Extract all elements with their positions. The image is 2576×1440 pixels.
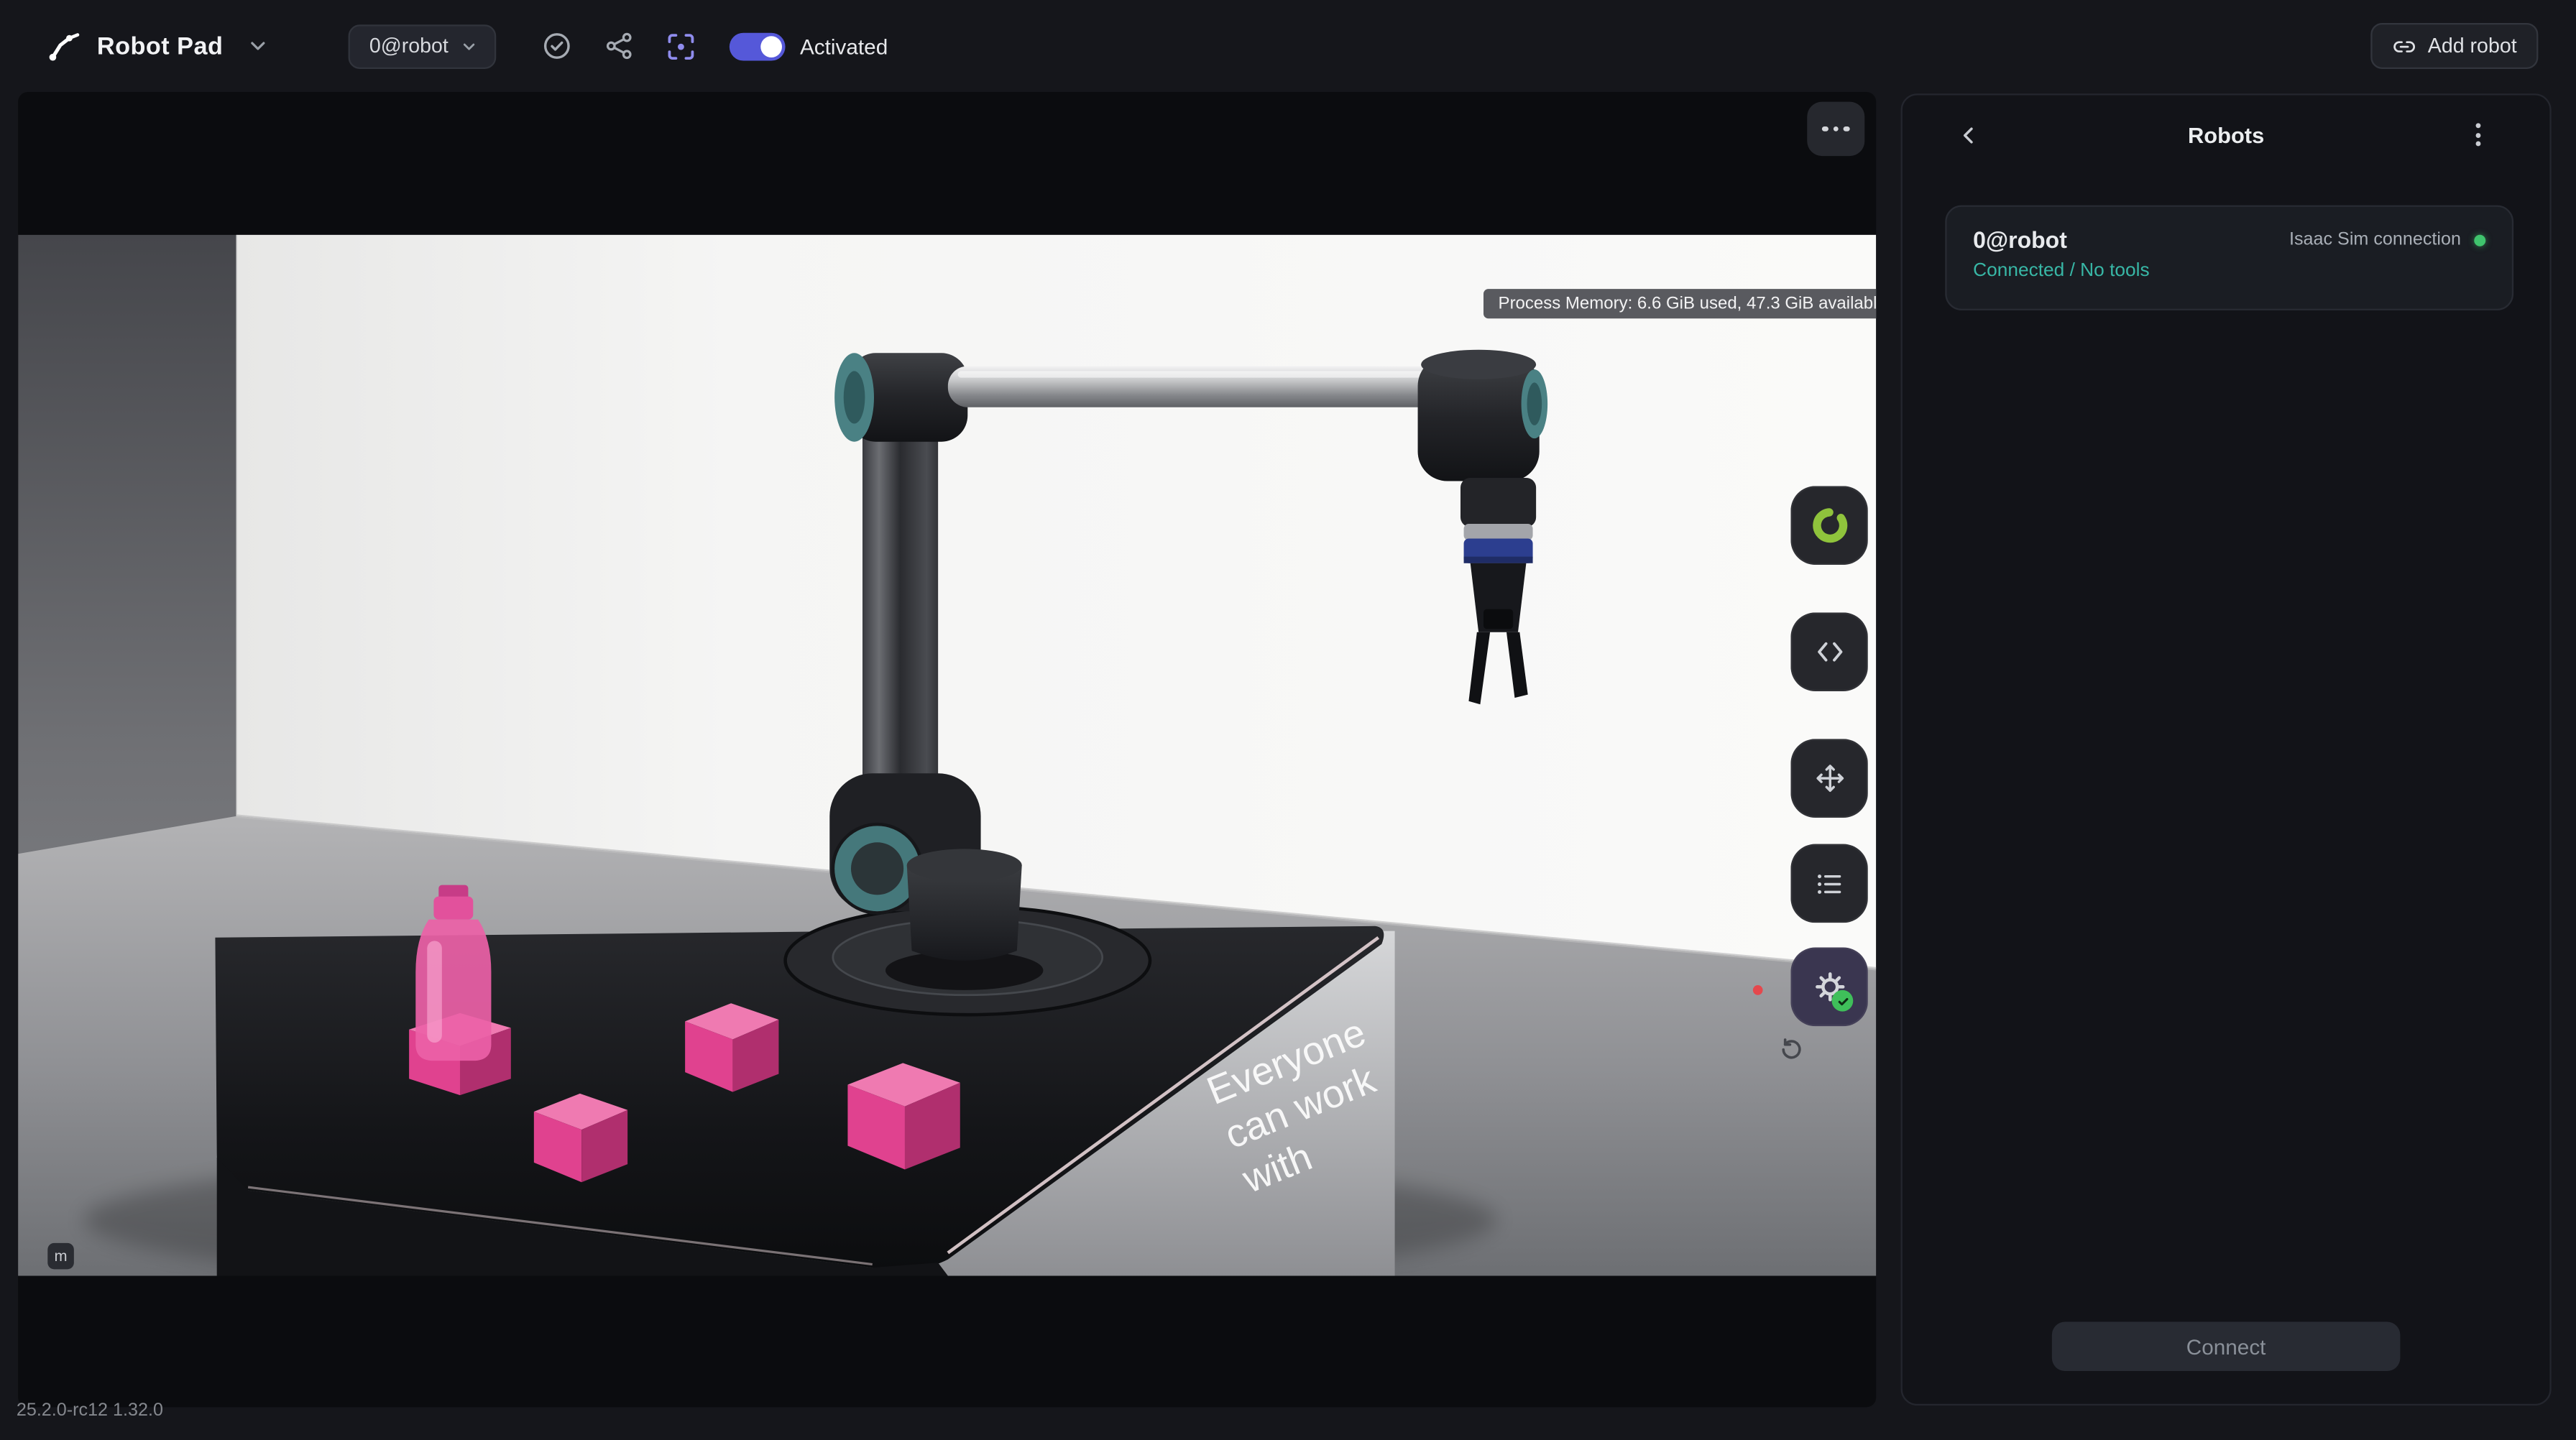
activation-label: Activated [800, 34, 888, 58]
settings-ok-badge [1832, 990, 1854, 1012]
online-status-dot [2474, 234, 2485, 246]
list-icon [1813, 868, 1844, 899]
robot-card-connection: Isaac Sim connection [2289, 230, 2461, 249]
process-memory-tooltip: Process Memory: 6.6 GiB used, 47.3 GiB a… [1484, 289, 1876, 318]
app-window: Robot Pad 0@robot [0, 0, 2576, 1440]
check-circle-icon [540, 29, 574, 63]
robots-panel: Robots 0@robot Isaac Sim connection Conn… [1901, 93, 2552, 1406]
dot [2475, 142, 2480, 147]
top-bar: Robot Pad 0@robot [0, 0, 2576, 92]
simulation-viewport[interactable]: Process Memory: 6.6 GiB used, 47.3 GiB a… [18, 92, 1876, 1407]
app-title: Robot Pad [97, 32, 224, 60]
robot-selector-dropdown[interactable]: 0@robot [348, 24, 496, 68]
work-table: Everyone can work with [84, 906, 1497, 1275]
robot-pad-logo-icon [46, 28, 82, 64]
add-robot-label: Add robot [2428, 34, 2517, 57]
robots-panel-header: Robots [1903, 96, 2550, 175]
move-tool-button[interactable] [1790, 739, 1867, 818]
code-panel-button[interactable] [1790, 612, 1867, 691]
robot-card[interactable]: 0@robot Isaac Sim connection Connected /… [1945, 206, 2513, 310]
robot-selector-value: 0@robot [369, 34, 448, 57]
viewport-more-button[interactable] [1807, 102, 1864, 156]
panel-back-button[interactable] [1951, 119, 1984, 152]
dot [1822, 126, 1828, 131]
3d-scene[interactable]: Everyone can work with [18, 235, 1876, 1276]
recording-dot [1753, 985, 1763, 995]
robot-card-name: 0@robot [1973, 226, 2067, 253]
upper-arm-column [862, 379, 938, 842]
check-status-button[interactable] [539, 28, 575, 64]
chevron-down-icon [460, 37, 478, 55]
code-icon [1813, 635, 1846, 668]
scan-mode-button[interactable] [663, 28, 699, 64]
activation-toggle-group: Activated [730, 32, 888, 60]
app-menu-chevron[interactable] [239, 28, 275, 64]
dot [1844, 126, 1849, 131]
panel-title: Robots [2188, 122, 2264, 147]
add-robot-button[interactable]: Add robot [2370, 23, 2539, 69]
viewport-corner-badge: m [47, 1243, 74, 1270]
connect-button[interactable]: Connect [2052, 1322, 2401, 1372]
activation-toggle[interactable] [730, 32, 786, 60]
version-text: 25.2.0-rc12 1.32.0 [17, 1400, 163, 1420]
toggle-knob [760, 35, 782, 57]
panel-menu-button[interactable] [2461, 119, 2494, 152]
robot-card-status: Connected / No tools [1973, 261, 2485, 280]
list-panel-button[interactable] [1790, 844, 1867, 923]
chevron-down-icon [246, 34, 269, 57]
link-icon [2391, 34, 2416, 58]
chevron-left-icon [1956, 122, 1980, 147]
settings-button[interactable] [1790, 948, 1867, 1027]
omniverse-ring-icon [1810, 506, 1849, 545]
connections-button[interactable] [601, 28, 637, 64]
move-arrows-icon [1813, 762, 1846, 795]
reset-view-button[interactable] [1777, 1035, 1806, 1063]
dot [2475, 123, 2480, 128]
scan-frame-icon [664, 29, 699, 63]
network-icon [603, 29, 636, 63]
dot [1833, 126, 1839, 131]
omniverse-stream-button[interactable] [1790, 486, 1867, 565]
dot [2475, 132, 2480, 137]
